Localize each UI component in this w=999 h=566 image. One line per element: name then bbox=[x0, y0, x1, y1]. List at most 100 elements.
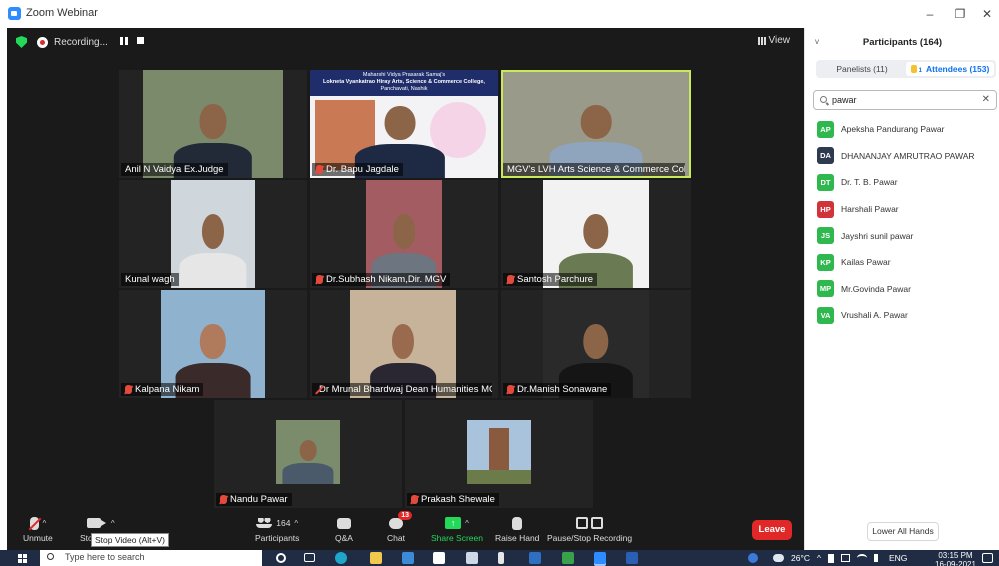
raise-hand-label: Raise Hand bbox=[495, 533, 540, 543]
chevron-up-icon[interactable]: ^ bbox=[294, 519, 298, 528]
participant-name-label: Anil N Vaidya Ex.Judge bbox=[121, 163, 228, 176]
college-banner: Maharshi Vidya Prasarak Samaj's Lokneta … bbox=[310, 70, 498, 96]
battery-icon[interactable] bbox=[828, 553, 834, 563]
app-icon[interactable] bbox=[562, 552, 574, 564]
share-screen-button[interactable]: ↑ ^ Share Screen bbox=[431, 516, 483, 543]
leave-button[interactable]: Leave bbox=[752, 520, 792, 540]
zoom-taskbar-icon[interactable] bbox=[594, 552, 606, 564]
cortana-icon[interactable] bbox=[276, 553, 286, 563]
window-titlebar: Zoom Webinar – ❐ ✕ bbox=[0, 0, 999, 28]
qa-button[interactable]: Q&A bbox=[335, 516, 353, 543]
help-icon[interactable] bbox=[748, 553, 758, 563]
video-tile[interactable]: Dr.Manish Sonawane bbox=[501, 290, 691, 398]
pause-recording-icon[interactable] bbox=[120, 37, 128, 45]
zoom-app-icon bbox=[8, 7, 21, 20]
volume-icon[interactable] bbox=[874, 554, 882, 562]
participant-row[interactable]: JS Jayshri sunil pawar bbox=[817, 222, 997, 249]
avatar: HP bbox=[817, 200, 834, 218]
participant-name-label: Dr.Manish Sonawane bbox=[503, 383, 612, 396]
participant-row[interactable]: DA DHANANJAY AMRUTRAO PAWAR bbox=[817, 143, 997, 170]
tab-panelists[interactable]: Panelists (11) bbox=[818, 62, 906, 76]
qa-label: Q&A bbox=[335, 533, 353, 543]
avatar: VA bbox=[817, 306, 834, 324]
store-icon[interactable] bbox=[433, 552, 445, 564]
recording-label: Recording... bbox=[54, 36, 108, 48]
participant-row[interactable]: KP Kailas Pawar bbox=[817, 249, 997, 276]
participant-row[interactable]: DT Dr. T. B. Pawar bbox=[817, 169, 997, 196]
view-button[interactable]: View bbox=[757, 35, 791, 46]
video-tile[interactable]: Dr.Subhash Nikam,Dir. MGV bbox=[310, 180, 498, 288]
video-tile[interactable]: Prakash Shewale bbox=[405, 400, 593, 508]
stop-recording-icon[interactable] bbox=[137, 37, 144, 44]
grid-view-icon bbox=[757, 36, 766, 45]
participant-name: Dr. T. B. Pawar bbox=[841, 177, 898, 188]
participant-row[interactable]: MP Mr.Govinda Pawar bbox=[817, 276, 997, 303]
participant-list: AP Apeksha Pandurang Pawar DA DHANANJAY AM… bbox=[817, 116, 997, 329]
chat-label: Chat bbox=[387, 533, 405, 543]
participants-button[interactable]: 164 ^ Participants bbox=[255, 516, 299, 543]
chevron-up-icon[interactable]: ^ bbox=[111, 519, 115, 528]
participant-name-label: MGV's LVH Arts Science & Commerce Colleg… bbox=[503, 163, 686, 176]
word-icon[interactable] bbox=[626, 552, 638, 564]
raise-hand-icon bbox=[512, 516, 523, 530]
close-button[interactable]: ✕ bbox=[972, 4, 999, 24]
video-tile[interactable]: Kalpana Nikam bbox=[119, 290, 307, 398]
chevron-up-icon[interactable]: ^ bbox=[817, 553, 821, 563]
video-tile[interactable]: Nandu Pawar bbox=[214, 400, 402, 508]
maximize-button[interactable]: ❐ bbox=[945, 4, 975, 24]
participants-icon bbox=[256, 518, 273, 528]
file-explorer-icon[interactable] bbox=[370, 552, 382, 564]
raise-hand-button[interactable]: Raise Hand bbox=[495, 516, 539, 543]
participant-search-input[interactable]: pawar ✕ bbox=[813, 90, 997, 110]
recording-dot-icon bbox=[37, 36, 48, 48]
lower-all-hands-button[interactable]: Lower All Hands bbox=[867, 522, 939, 541]
search-icon bbox=[47, 553, 54, 560]
tab-attendees[interactable]: 1 Attendees (153) bbox=[906, 62, 994, 76]
video-tile[interactable]: Dr Mrunal Bhardwaj Dean Humanities MG Vi… bbox=[310, 290, 498, 398]
video-tile[interactable]: Santosh Parchure bbox=[501, 180, 691, 288]
dropbox-icon[interactable] bbox=[466, 552, 478, 564]
edge-browser-icon[interactable] bbox=[335, 552, 347, 564]
video-tile[interactable]: Kunal wagh bbox=[119, 180, 307, 288]
chevron-up-icon[interactable]: ^ bbox=[43, 519, 47, 528]
unmute-button[interactable]: ^ Unmute bbox=[23, 516, 53, 543]
participant-name: Vrushali A. Pawar bbox=[841, 310, 908, 321]
notification-center-icon[interactable] bbox=[982, 553, 993, 563]
taskbar-clock[interactable]: 03:15 PM 16-09-2021 bbox=[935, 551, 976, 566]
video-tile[interactable]: Anil N Vaidya Ex.Judge bbox=[119, 70, 307, 178]
display-icon[interactable] bbox=[841, 554, 850, 562]
participant-row[interactable]: VA Vrushali A. Pawar bbox=[817, 302, 997, 329]
participants-label: Participants bbox=[255, 533, 300, 543]
security-shield-icon[interactable] bbox=[16, 36, 27, 48]
chat-icon: 13 bbox=[388, 510, 412, 529]
lawn-image bbox=[467, 470, 531, 484]
chevron-up-icon[interactable]: ^ bbox=[465, 519, 469, 528]
mic-muted-icon bbox=[507, 385, 514, 394]
collapse-chevron-icon[interactable]: v bbox=[815, 37, 819, 46]
wifi-icon[interactable] bbox=[857, 554, 867, 562]
minimize-button[interactable]: – bbox=[915, 4, 945, 24]
clear-search-icon[interactable]: ✕ bbox=[982, 94, 990, 105]
windows-taskbar: Type here to search 26°C ^ ENG 03:15 PM … bbox=[0, 550, 999, 566]
video-tile-active-speaker[interactable]: MGV's LVH Arts Science & Commerce Colleg… bbox=[501, 70, 691, 178]
unmute-label: Unmute bbox=[23, 533, 53, 543]
share-screen-label: Share Screen bbox=[431, 533, 483, 543]
app-icon[interactable] bbox=[498, 552, 504, 564]
input-language[interactable]: ENG bbox=[889, 553, 907, 563]
raised-hand-icon bbox=[910, 65, 917, 73]
qa-bubble-icon bbox=[336, 517, 351, 529]
pause-stop-recording-button[interactable]: Pause/Stop Recording bbox=[547, 516, 632, 543]
chat-button[interactable]: 13 Chat bbox=[387, 510, 412, 543]
outlook-icon[interactable] bbox=[529, 552, 541, 564]
taskbar-search-placeholder: Type here to search bbox=[65, 552, 145, 562]
task-view-icon[interactable] bbox=[304, 553, 315, 562]
mail-icon[interactable] bbox=[402, 552, 414, 564]
panel-title: Participants (164) bbox=[862, 37, 943, 48]
windows-start-icon[interactable] bbox=[18, 554, 27, 563]
video-tile[interactable]: Maharshi Vidya Prasarak Samaj's Lokneta … bbox=[310, 70, 498, 178]
participant-row[interactable]: AP Apeksha Pandurang Pawar bbox=[817, 116, 997, 143]
taskbar-search-box[interactable]: Type here to search bbox=[40, 550, 262, 566]
participant-row[interactable]: HP Harshali Pawar bbox=[817, 196, 997, 223]
mic-muted-icon bbox=[316, 165, 323, 174]
view-label: View bbox=[768, 35, 791, 46]
